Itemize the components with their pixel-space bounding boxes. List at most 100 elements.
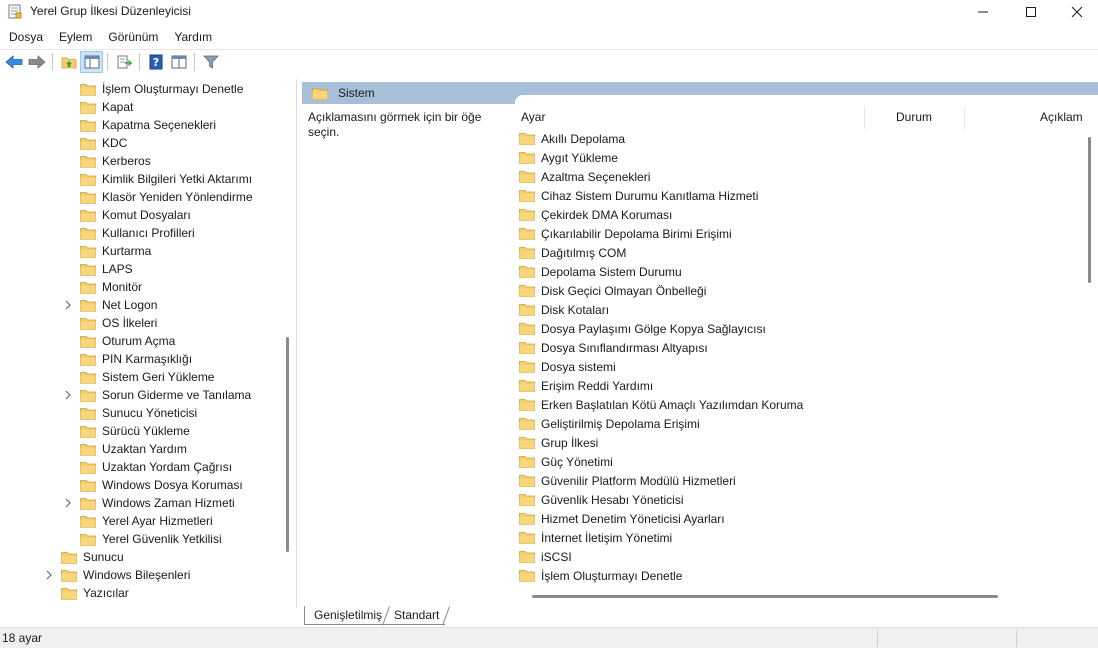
tree-item[interactable]: Sunucu Yöneticisi	[61, 404, 197, 422]
console-tree: İşlem Oluşturmayı Denetle Kapat Kapatma Se…	[0, 79, 297, 608]
menu-help[interactable]: Yardım	[166, 27, 220, 47]
tree-item[interactable]: Windows Bileşenleri	[42, 566, 190, 584]
list-item[interactable]: Dosya sistemi	[519, 357, 616, 376]
list-item[interactable]: Aygıt Yükleme	[519, 148, 618, 167]
tree-item[interactable]: Windows Zaman Hizmeti	[61, 494, 235, 512]
vertical-scrollbar[interactable]	[1088, 137, 1091, 283]
list-item[interactable]: Dosya Sınıflandırması Altyapısı	[519, 338, 708, 357]
tree-item[interactable]: Kimlik Bilgileri Yetki Aktarımı	[61, 170, 252, 188]
back-button[interactable]	[2, 51, 25, 73]
list-item[interactable]: iSCSI	[519, 547, 572, 566]
menu-action[interactable]: Eylem	[51, 27, 100, 47]
tree-item-label: Uzaktan Yardım	[102, 442, 187, 456]
tree-item[interactable]: Net Logon	[61, 296, 157, 314]
column-divider[interactable]	[864, 107, 865, 129]
tree-item[interactable]: Uzaktan Yardım	[61, 440, 187, 458]
tree-item[interactable]: Kullanıcı Profilleri	[61, 224, 195, 242]
tree-item[interactable]: Yerel Güvenlik Yetkilisi	[61, 530, 222, 548]
list-item[interactable]: Depolama Sistem Durumu	[519, 262, 682, 281]
tree-item[interactable]: LAPS	[61, 260, 133, 278]
list-item[interactable]: Grup İlkesi	[519, 433, 598, 452]
list-item[interactable]: Akıllı Depolama	[519, 129, 625, 148]
tree-item[interactable]: Klasör Yeniden Yönlendirme	[61, 188, 253, 206]
tree-item[interactable]: Sürücü Yükleme	[61, 422, 190, 440]
column-header-state[interactable]: Durum	[896, 110, 932, 124]
folder-icon	[519, 418, 535, 430]
list-item[interactable]: İşlem Oluşturmayı Denetle	[519, 566, 682, 585]
tree-item[interactable]: Kapatma Seçenekleri	[61, 116, 216, 134]
list-item[interactable]: Cihaz Sistem Durumu Kanıtlama Hizmeti	[519, 186, 758, 205]
help-button[interactable]: ?	[144, 51, 167, 73]
list-item[interactable]: Dosya Paylaşımı Gölge Kopya Sağlayıcısı	[519, 319, 766, 338]
column-header-comment[interactable]: Açıklam	[1040, 110, 1083, 124]
tree-item[interactable]: İşlem Oluşturmayı Denetle	[61, 80, 243, 98]
up-one-level-button[interactable]	[57, 51, 80, 73]
chevron-right-icon[interactable]	[61, 494, 75, 512]
tree-item[interactable]: Uzaktan Yordam Çağrısı	[61, 458, 232, 476]
list-item[interactable]: Güvenilir Platform Modülü Hizmetleri	[519, 471, 736, 490]
tree-item[interactable]: OS İlkeleri	[61, 314, 157, 332]
list-item-label: Cihaz Sistem Durumu Kanıtlama Hizmeti	[541, 188, 759, 203]
list-item[interactable]: Çekirdek DMA Koruması	[519, 205, 672, 224]
list-item[interactable]: Erken Başlatılan Kötü Amaçlı Yazılımdan …	[519, 395, 803, 414]
list-item[interactable]: Erişim Reddi Yardımı	[519, 376, 653, 395]
chevron-right-icon[interactable]	[61, 296, 75, 314]
folder-icon	[519, 304, 535, 316]
list-item[interactable]: Hizmet Denetim Yöneticisi Ayarları	[519, 509, 725, 528]
list-item[interactable]: Güç Yönetimi	[519, 452, 613, 471]
folder-icon	[80, 119, 96, 132]
close-button[interactable]	[1054, 0, 1098, 24]
tab-standard[interactable]: Standart	[388, 606, 446, 625]
tree-item[interactable]: Sunucu	[42, 548, 124, 566]
tree-item[interactable]: Yerel Ayar Hizmetleri	[61, 512, 213, 530]
tree-item[interactable]: Sistem Geri Yükleme	[61, 368, 214, 386]
tree-item[interactable]: Kerberos	[61, 152, 151, 170]
export-list-button[interactable]	[112, 51, 135, 73]
tree-item[interactable]: Komut Dosyaları	[61, 206, 191, 224]
folder-icon	[519, 266, 535, 278]
tree-item[interactable]: Oturum Açma	[61, 332, 175, 350]
details-pane: Sistem Açıklamasını görmek için bir öğe …	[302, 79, 1098, 608]
tree-item[interactable]: Yazıcılar	[42, 584, 129, 602]
list-item[interactable]: Disk Kotaları	[519, 300, 609, 319]
tree-item[interactable]: Windows Dosya Koruması	[61, 476, 243, 494]
toolbar-separator	[52, 53, 53, 71]
chevron-right-icon[interactable]	[42, 566, 56, 584]
tree-item[interactable]: Kapat	[61, 98, 133, 116]
chevron-right-icon[interactable]	[61, 386, 75, 404]
tree-item[interactable]: Monitör	[61, 278, 142, 296]
list-item-label: İşlem Oluşturmayı Denetle	[541, 568, 683, 583]
list-item-label: Çıkarılabilir Depolama Birimi Erişimi	[541, 226, 732, 241]
horizontal-scrollbar[interactable]	[532, 595, 998, 598]
tree-item[interactable]: Sorun Giderme ve Tanılama	[61, 386, 251, 404]
list-item[interactable]: Çıkarılabilir Depolama Birimi Erişimi	[519, 224, 732, 243]
column-divider[interactable]	[964, 107, 965, 129]
menu-file[interactable]: Dosya	[0, 27, 51, 47]
list-item[interactable]: Güvenlik Hesabı Yöneticisi	[519, 490, 684, 509]
tree-scrollbar[interactable]	[286, 337, 289, 552]
tree-item[interactable]: Kurtarma	[61, 242, 151, 260]
tree-item[interactable]: KDC	[61, 134, 127, 152]
folder-icon	[519, 247, 535, 259]
column-header-setting[interactable]: Ayar	[521, 110, 545, 124]
list-item[interactable]: Disk Geçici Olmayan Önbelleği	[519, 281, 706, 300]
list-item[interactable]: Dağıtılmış COM	[519, 243, 626, 262]
menu-view[interactable]: Görünüm	[100, 27, 166, 47]
maximize-button[interactable]	[1008, 0, 1054, 24]
extended-view-button[interactable]	[167, 51, 190, 73]
minimize-button[interactable]	[960, 0, 1006, 24]
forward-button[interactable]	[25, 51, 48, 73]
folder-icon	[80, 299, 96, 312]
tree-item[interactable]: PIN Karmaşıklığı	[61, 350, 192, 368]
filter-button[interactable]	[199, 51, 222, 73]
tab-extended[interactable]: Genişletilmiş	[304, 606, 389, 625]
list-item[interactable]: Geliştirilmiş Depolama Erişimi	[519, 414, 700, 433]
show-hide-console-tree-button[interactable]	[80, 51, 103, 73]
list-item[interactable]: Azaltma Seçenekleri	[519, 167, 650, 186]
folder-icon	[519, 475, 535, 487]
list-item[interactable]: İnternet İletişim Yönetimi	[519, 528, 672, 547]
